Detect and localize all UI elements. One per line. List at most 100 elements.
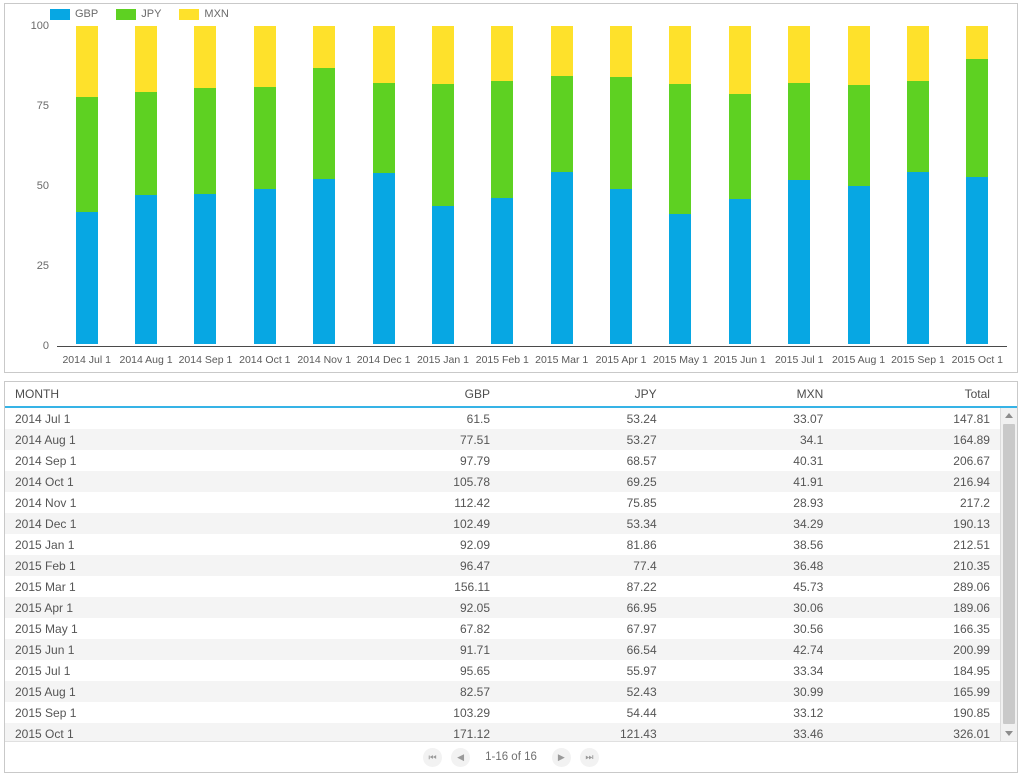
bar-segment-mxn[interactable] <box>847 26 870 86</box>
bar-segment-gbp[interactable] <box>550 172 573 344</box>
column-header-jpy[interactable]: JPY <box>500 387 667 401</box>
bar-segment-mxn[interactable] <box>669 26 692 85</box>
stacked-bar[interactable] <box>610 26 633 344</box>
bar-segment-gbp[interactable] <box>75 211 98 344</box>
stacked-bar[interactable] <box>966 26 989 344</box>
bar-segment-jpy[interactable] <box>906 81 929 172</box>
bar-segment-jpy[interactable] <box>135 91 158 195</box>
cell-mxn: 33.07 <box>793 411 824 426</box>
table-row[interactable]: 2015 Jan 1 92.09 81.86 38.56 212.51 <box>5 534 1000 555</box>
column-header-gbp[interactable]: GBP <box>333 387 500 401</box>
table-row[interactable]: 2014 Sep 1 97.79 68.57 40.31 206.67 <box>5 450 1000 471</box>
bar-segment-mxn[interactable] <box>75 26 98 98</box>
bar-segment-jpy[interactable] <box>313 68 336 180</box>
scrollbar-thumb[interactable] <box>1003 424 1015 724</box>
stacked-bar[interactable] <box>847 26 870 344</box>
table-row[interactable]: 2015 Feb 1 96.47 77.4 36.48 210.35 <box>5 555 1000 576</box>
bar-segment-mxn[interactable] <box>906 26 929 82</box>
bar-segment-mxn[interactable] <box>431 26 454 84</box>
bar-segment-gbp[interactable] <box>610 189 633 344</box>
bar-segment-mxn[interactable] <box>966 26 989 59</box>
stacked-bar[interactable] <box>491 26 514 344</box>
table-row[interactable]: 2015 Aug 1 82.57 52.43 30.99 165.99 <box>5 681 1000 702</box>
bar-segment-jpy[interactable] <box>75 97 98 212</box>
column-header-mxn[interactable]: MXN <box>667 387 834 401</box>
bar-segment-jpy[interactable] <box>610 76 633 190</box>
bar-segment-gbp[interactable] <box>253 188 276 344</box>
bar-segment-mxn[interactable] <box>550 26 573 77</box>
bar-segment-gbp[interactable] <box>788 179 811 344</box>
scroll-up-arrow-icon[interactable] <box>1001 408 1017 423</box>
bar-segment-jpy[interactable] <box>550 76 573 173</box>
bar-segment-jpy[interactable] <box>669 84 692 215</box>
table-row[interactable]: 2015 Mar 1 156.11 87.22 45.73 289.06 <box>5 576 1000 597</box>
stacked-bar[interactable] <box>550 26 573 344</box>
vertical-scrollbar[interactable] <box>1000 408 1017 741</box>
bar-segment-jpy[interactable] <box>728 93 751 199</box>
bar-segment-mxn[interactable] <box>194 26 217 89</box>
bar-segment-mxn[interactable] <box>313 26 336 69</box>
bar-segment-mxn[interactable] <box>491 26 514 82</box>
first-page-button[interactable]: ⏮ <box>423 747 443 767</box>
stacked-bar[interactable] <box>75 26 98 344</box>
next-page-button[interactable]: ▶ <box>551 747 571 767</box>
bar-segment-jpy[interactable] <box>253 87 276 189</box>
stacked-bar[interactable] <box>728 26 751 344</box>
cell-gbp: 91.71 <box>459 642 490 657</box>
table-row[interactable]: 2014 Aug 1 77.51 53.27 34.1 164.89 <box>5 429 1000 450</box>
bar-segment-mxn[interactable] <box>788 26 811 84</box>
table-row[interactable]: 2015 Oct 1 171.12 121.43 33.46 326.01 <box>5 723 1000 741</box>
bar-segment-mxn[interactable] <box>610 26 633 77</box>
bar-segment-gbp[interactable] <box>847 185 870 344</box>
stacked-bar[interactable] <box>669 26 692 344</box>
legend-item-jpy[interactable]: JPY <box>116 9 161 20</box>
bar-segment-jpy[interactable] <box>491 81 514 199</box>
legend-item-mxn[interactable]: MXN <box>179 9 229 20</box>
stacked-bar[interactable] <box>194 26 217 344</box>
bar-segment-jpy[interactable] <box>966 58 989 178</box>
previous-page-button[interactable]: ◀ <box>451 747 471 767</box>
bar-segment-mxn[interactable] <box>135 26 158 92</box>
last-page-button[interactable]: ⏭ <box>579 747 599 767</box>
bar-segment-jpy[interactable] <box>194 88 217 194</box>
table-row[interactable]: 2014 Oct 1 105.78 69.25 41.91 216.94 <box>5 471 1000 492</box>
table-row[interactable]: 2015 Jun 1 91.71 66.54 42.74 200.99 <box>5 639 1000 660</box>
stacked-bar[interactable] <box>431 26 454 344</box>
table-row[interactable]: 2014 Nov 1 112.42 75.85 28.93 217.2 <box>5 492 1000 513</box>
bar-segment-gbp[interactable] <box>135 194 158 344</box>
bar-segment-gbp[interactable] <box>194 193 217 344</box>
table-row[interactable]: 2014 Dec 1 102.49 53.34 34.29 190.13 <box>5 513 1000 534</box>
bar-segment-gbp[interactable] <box>966 177 989 344</box>
bar-segment-gbp[interactable] <box>906 171 929 344</box>
bar-segment-gbp[interactable] <box>431 206 454 344</box>
bar-segment-gbp[interactable] <box>491 198 514 344</box>
stacked-bar[interactable] <box>906 26 929 344</box>
bar-segment-mxn[interactable] <box>372 26 395 84</box>
bar-segment-gbp[interactable] <box>313 179 336 344</box>
bar-segment-jpy[interactable] <box>847 85 870 186</box>
column-header-month[interactable]: MONTH <box>5 387 333 401</box>
bar-segment-gbp[interactable] <box>372 172 395 344</box>
scroll-down-arrow-icon[interactable] <box>1001 726 1017 741</box>
bar-segment-jpy[interactable] <box>788 83 811 180</box>
stacked-bar[interactable] <box>253 26 276 344</box>
table-row[interactable]: 2015 May 1 67.82 67.97 30.56 166.35 <box>5 618 1000 639</box>
stacked-bar[interactable] <box>372 26 395 344</box>
bar-segment-jpy[interactable] <box>372 83 395 173</box>
cell-jpy: 87.22 <box>626 579 657 594</box>
bar-segment-mxn[interactable] <box>253 26 276 88</box>
cell-month: 2015 Sep 1 <box>15 705 77 720</box>
stacked-bar[interactable] <box>788 26 811 344</box>
stacked-bar[interactable] <box>135 26 158 344</box>
bar-segment-jpy[interactable] <box>431 83 454 207</box>
legend-item-gbp[interactable]: GBP <box>50 9 98 20</box>
table-row[interactable]: 2015 Jul 1 95.65 55.97 33.34 184.95 <box>5 660 1000 681</box>
stacked-bar[interactable] <box>313 26 336 344</box>
bar-segment-gbp[interactable] <box>728 198 751 344</box>
bar-segment-gbp[interactable] <box>669 214 692 344</box>
table-row[interactable]: 2015 Apr 1 92.05 66.95 30.06 189.06 <box>5 597 1000 618</box>
table-row[interactable]: 2014 Jul 1 61.5 53.24 33.07 147.81 <box>5 408 1000 429</box>
bar-segment-mxn[interactable] <box>728 26 751 94</box>
column-header-total[interactable]: Total <box>833 387 1000 401</box>
table-row[interactable]: 2015 Sep 1 103.29 54.44 33.12 190.85 <box>5 702 1000 723</box>
